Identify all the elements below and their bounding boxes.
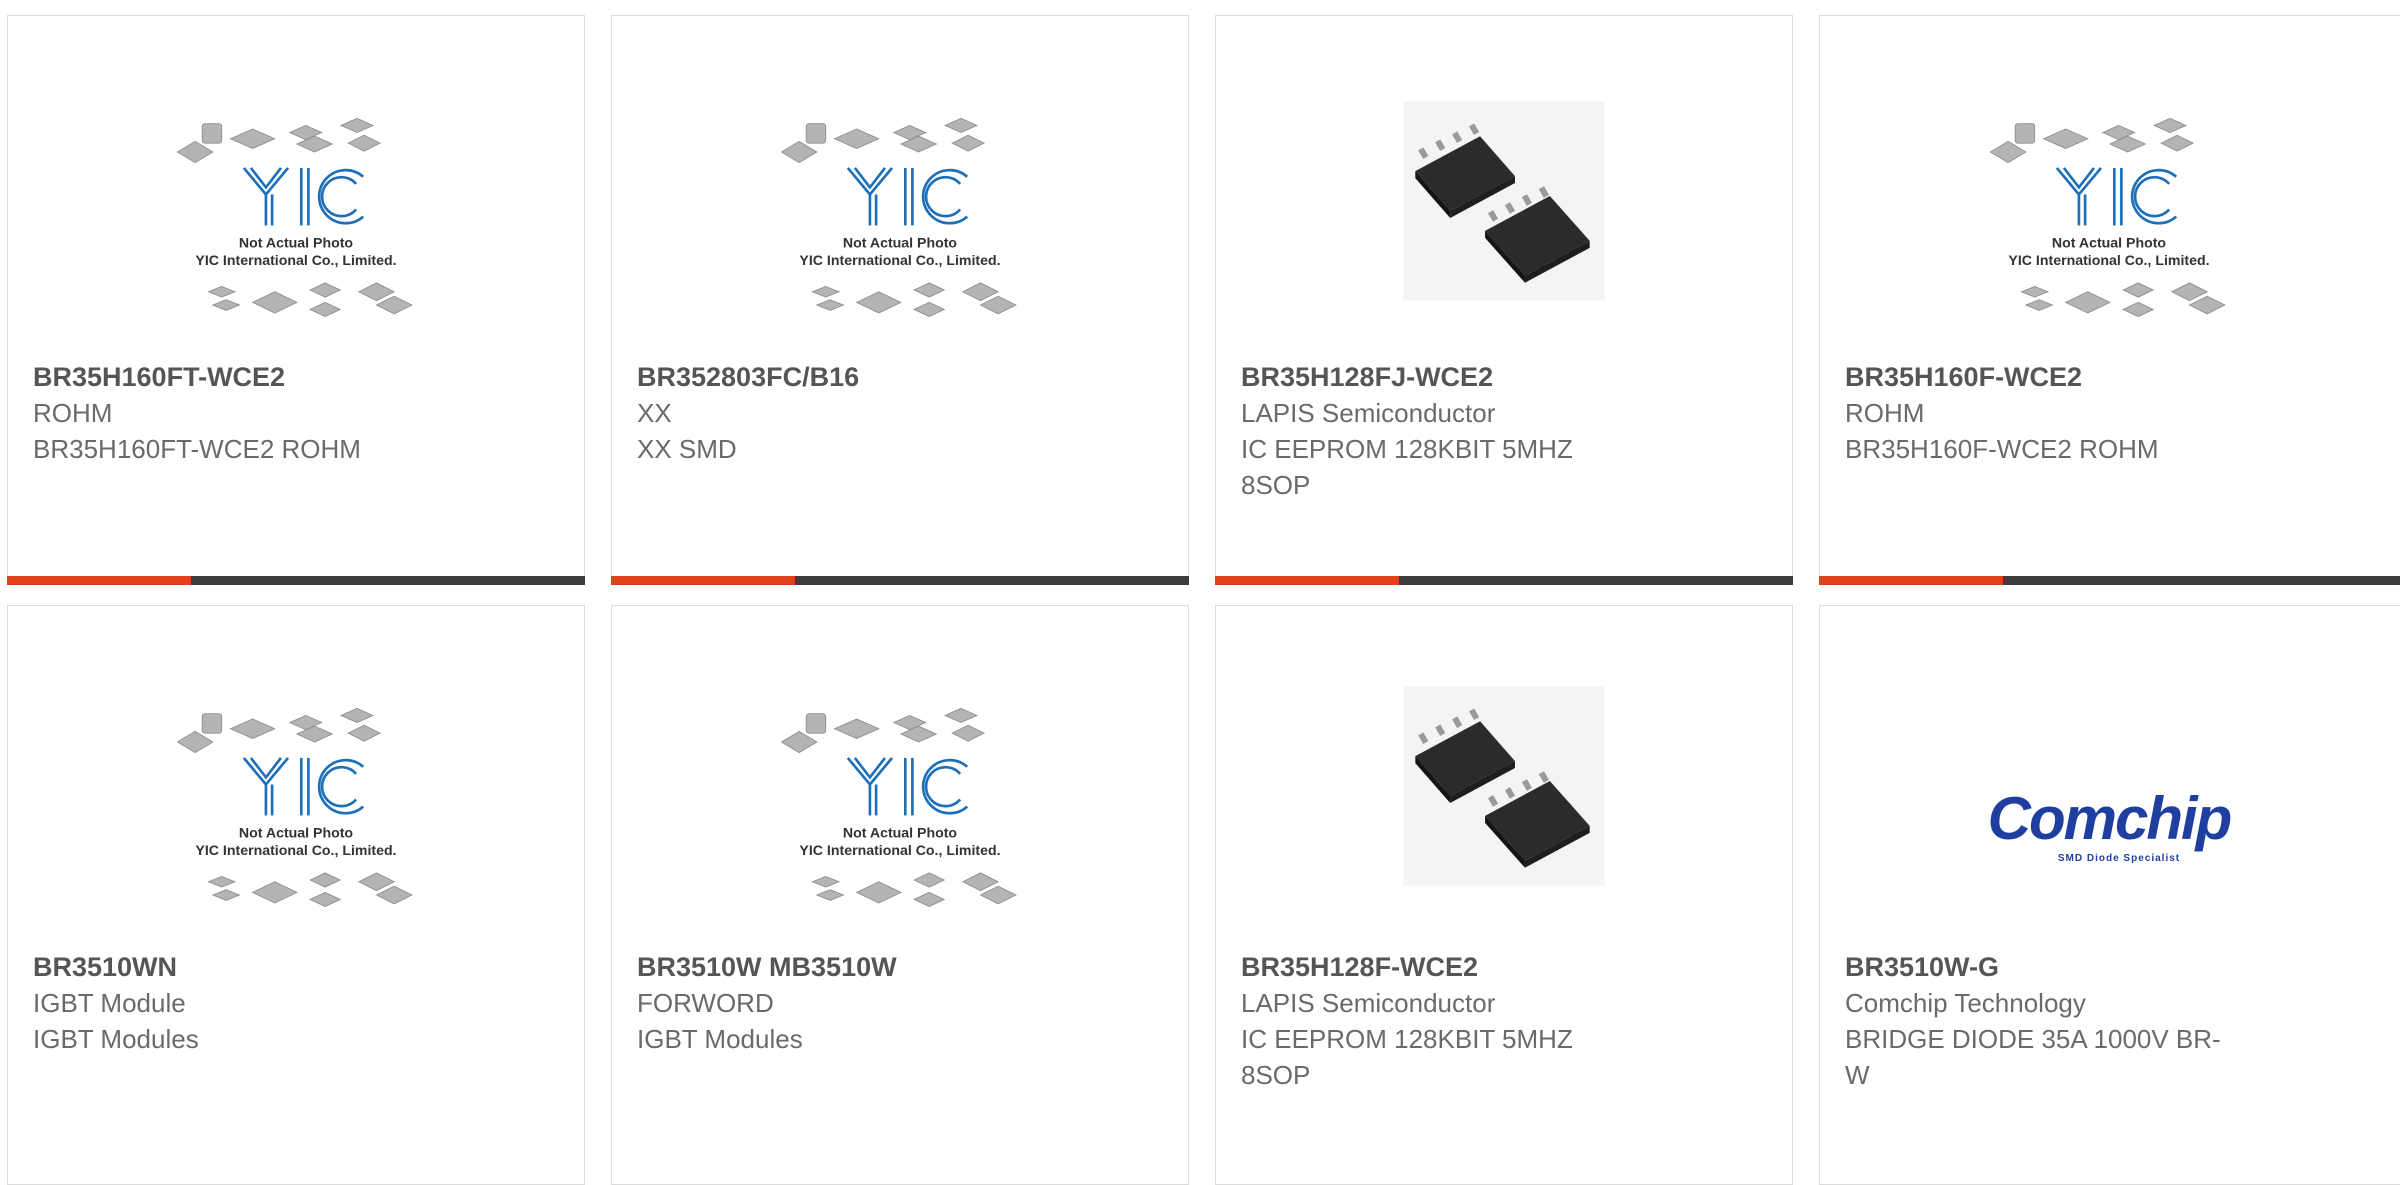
card-bar <box>611 576 1189 585</box>
placeholder-line2: YIC International Co., Limited. <box>799 842 1000 858</box>
logo-tagline: SMD Diode Specialist <box>2058 853 2180 864</box>
description: BRIDGE DIODE 35A 1000V BR-W <box>1845 1024 2221 1090</box>
card-bar <box>1819 576 2400 585</box>
card-bar <box>7 576 585 585</box>
manufacturer: FORWORD <box>637 988 774 1018</box>
manufacturer: LAPIS Semiconductor <box>1241 988 1496 1018</box>
manufacturer: Comchip Technology <box>1845 988 2086 1018</box>
logo-text: Comchip <box>1988 785 2231 852</box>
part-number[interactable]: BR35H128FJ-WCE2 <box>1241 359 1641 395</box>
placeholder-line2: YIC International Co., Limited. <box>195 842 396 858</box>
product-card[interactable]: Not Actual Photo YIC International Co., … <box>1819 15 2400 585</box>
placeholder-icon: Not Actual Photo YIC International Co., … <box>1989 117 2226 318</box>
placeholder-line1: Not Actual Photo <box>843 825 958 841</box>
part-number[interactable]: BR352803FC/B16 <box>637 359 1037 395</box>
placeholder-line2: YIC International Co., Limited. <box>195 252 396 268</box>
part-number[interactable]: BR35H160FT-WCE2 <box>33 359 433 395</box>
product-card[interactable]: BR35H128F-WCE2 LAPIS Semiconductor IC EE… <box>1215 605 1793 1185</box>
placeholder-line2: YIC International Co., Limited. <box>2008 252 2209 268</box>
placeholder-line2: YIC International Co., Limited. <box>799 252 1000 268</box>
manufacturer: XX <box>637 398 672 428</box>
product-card[interactable]: Not Actual Photo YIC International Co., … <box>7 605 585 1185</box>
description: IC EEPROM 128KBIT 5MHZ 8SOP <box>1241 1024 1573 1090</box>
placeholder-icon: Not Actual Photo YIC International Co., … <box>780 707 1017 908</box>
description: XX SMD <box>637 434 737 464</box>
manufacturer: LAPIS Semiconductor <box>1241 398 1496 428</box>
product-card[interactable]: Comchip SMD Diode Specialist BR3510W-G C… <box>1819 605 2400 1185</box>
part-number[interactable]: BR35H128F-WCE2 <box>1241 949 1641 985</box>
description: BR35H160FT-WCE2 ROHM <box>33 434 361 464</box>
product-grid: Not Actual Photo YIC International Co., … <box>0 0 2400 1185</box>
part-number[interactable]: BR3510W MB3510W <box>637 949 1037 985</box>
comchip-logo: Comchip SMD Diode Specialist <box>1988 785 2233 864</box>
product-card[interactable]: Not Actual Photo YIC International Co., … <box>611 605 1189 1185</box>
manufacturer: ROHM <box>1845 398 1925 428</box>
product-card[interactable]: Not Actual Photo YIC International Co., … <box>7 15 585 585</box>
part-number[interactable]: BR3510WN <box>33 949 433 985</box>
part-number[interactable]: BR3510W-G <box>1845 949 2245 985</box>
placeholder-icon: Not Actual Photo YIC International Co., … <box>780 117 1017 318</box>
description: BR35H160F-WCE2 ROHM <box>1845 434 2159 464</box>
chip-photo-icon <box>1403 686 1605 886</box>
card-bar <box>1215 576 1793 585</box>
product-card[interactable]: Not Actual Photo YIC International Co., … <box>611 15 1189 585</box>
description: IC EEPROM 128KBIT 5MHZ 8SOP <box>1241 434 1573 500</box>
placeholder-icon: Not Actual Photo YIC International Co., … <box>176 117 413 318</box>
placeholder-line1: Not Actual Photo <box>2052 235 2167 251</box>
placeholder-icon: Not Actual Photo YIC International Co., … <box>176 707 413 908</box>
placeholder-line1: Not Actual Photo <box>239 235 354 251</box>
chip-photo-icon <box>1403 101 1605 301</box>
part-number[interactable]: BR35H160F-WCE2 <box>1845 359 2245 395</box>
description: IGBT Modules <box>33 1024 199 1054</box>
placeholder-line1: Not Actual Photo <box>239 825 354 841</box>
manufacturer: IGBT Module <box>33 988 186 1018</box>
description: IGBT Modules <box>637 1024 803 1054</box>
manufacturer: ROHM <box>33 398 113 428</box>
product-card[interactable]: BR35H128FJ-WCE2 LAPIS Semiconductor IC E… <box>1215 15 1793 585</box>
placeholder-line1: Not Actual Photo <box>843 235 958 251</box>
